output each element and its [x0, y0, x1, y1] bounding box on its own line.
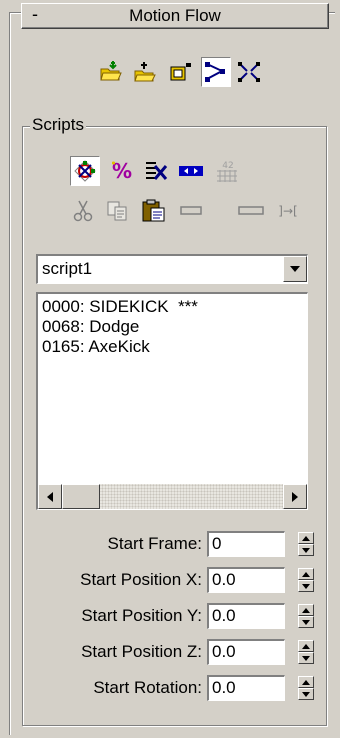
show-graph-button[interactable] — [201, 57, 231, 87]
shared-motion-icon — [238, 62, 260, 82]
set-start-frame-button[interactable]: 42 — [212, 156, 242, 186]
motion-flow-rollout-header[interactable]: - Motion Flow — [21, 3, 329, 29]
rollout-title: Motion Flow — [129, 6, 221, 25]
delete-script-icon — [146, 162, 168, 180]
cut-icon — [73, 200, 93, 222]
load-file-button[interactable] — [96, 57, 126, 87]
random-script-button[interactable]: % — [107, 156, 137, 186]
horizontal-scrollbar[interactable] — [38, 484, 307, 509]
start-position-x-spinner[interactable] — [298, 568, 314, 592]
spinner-down — [298, 616, 314, 628]
cut-button[interactable] — [68, 196, 98, 226]
flow-graph-button[interactable] — [166, 57, 196, 87]
delete-script-button[interactable] — [141, 156, 171, 186]
start-rotation-label: Start Rotation: — [93, 678, 202, 697]
clip-bar-wide-icon — [238, 206, 264, 215]
spinner-down — [298, 652, 314, 664]
shared-motion-button[interactable] — [234, 57, 264, 87]
set-start-frame-icon: 42 — [217, 161, 237, 182]
copy-button[interactable] — [103, 196, 133, 226]
spinner-down-icon — [302, 655, 310, 661]
spinner-up-icon — [302, 679, 310, 685]
clip-bar-icon — [180, 206, 202, 215]
start-frame-label: Start Frame: — [107, 534, 202, 553]
clip-transition-button[interactable]: ]→[ — [268, 196, 308, 226]
scroll-right-button[interactable] — [283, 484, 307, 509]
chevron-down-icon — [290, 266, 300, 272]
start-position-x-field[interactable]: 0.0 — [207, 567, 285, 593]
define-script-button[interactable] — [70, 156, 100, 186]
start-position-x-label: Start Position X: — [80, 570, 202, 589]
start-position-y-spinner[interactable] — [298, 604, 314, 628]
spinner-up — [298, 604, 314, 616]
define-script-icon — [74, 160, 96, 182]
scripts-group-label: Scripts — [30, 115, 86, 135]
list-item[interactable]: 0000: SIDEKICK *** — [42, 297, 307, 317]
spinner-up-icon — [302, 607, 310, 613]
list-item[interactable]: 0165: AxeKick — [42, 337, 307, 357]
frame-number-label: 42 — [222, 161, 233, 171]
paste-icon — [142, 199, 165, 222]
spinner-up — [298, 568, 314, 580]
motion-flow-toolbar — [0, 57, 340, 87]
start-position-z-field[interactable]: 0.0 — [207, 639, 285, 665]
clip-transition-icon: ]→[ — [278, 204, 298, 218]
arrow-left-icon — [47, 491, 53, 502]
scrollbar-thumb[interactable] — [62, 484, 100, 509]
start-rotation-row: Start Rotation: 0.0 — [30, 673, 320, 703]
load-file-icon — [100, 61, 122, 81]
scripts-toolbar-row1: % 42 — [0, 156, 340, 186]
random-script-icon: % — [112, 159, 132, 183]
start-position-z-spinner[interactable] — [298, 640, 314, 664]
list-item[interactable]: 0068: Dodge — [42, 317, 307, 337]
start-rotation-field[interactable]: 0.0 — [207, 675, 285, 701]
flow-graph-icon — [170, 63, 191, 81]
spinner-up-icon — [302, 535, 310, 541]
paste-button[interactable] — [139, 196, 169, 226]
start-frame-row: Start Frame: 0 — [30, 529, 320, 559]
script-select-arrow[interactable] — [283, 256, 307, 282]
start-position-y-row: Start Position Y: 0.0 — [30, 601, 320, 631]
spinner-down-icon — [302, 583, 310, 589]
script-clip-list[interactable]: 0000: SIDEKICK *** 0068: Dodge 0165: Axe… — [36, 292, 308, 510]
save-file-button[interactable] — [130, 57, 160, 87]
save-file-icon — [134, 62, 156, 82]
scroll-left-button[interactable] — [38, 484, 62, 509]
insert-clip-icon — [179, 166, 203, 176]
start-position-y-label: Start Position Y: — [81, 606, 202, 625]
spinner-down — [298, 544, 314, 556]
spinner-up — [298, 640, 314, 652]
start-position-x-row: Start Position X: 0.0 — [30, 565, 320, 595]
spinner-down-icon — [302, 547, 310, 553]
spinner-up — [298, 676, 314, 688]
show-graph-icon — [205, 62, 225, 82]
spinner-up-icon — [302, 571, 310, 577]
spinner-down-icon — [302, 619, 310, 625]
spinner-down — [298, 688, 314, 700]
start-frame-field[interactable]: 0 — [207, 531, 285, 557]
insert-clip-button[interactable] — [176, 156, 206, 186]
script-select[interactable]: script1 — [36, 254, 308, 284]
spinner-down-icon — [302, 691, 310, 697]
start-frame-spinner[interactable] — [298, 532, 314, 556]
script-select-value: script1 — [42, 259, 93, 278]
spinner-down — [298, 580, 314, 592]
start-position-z-row: Start Position Z: 0.0 — [30, 637, 320, 667]
start-position-z-label: Start Position Z: — [81, 642, 202, 661]
start-rotation-spinner[interactable] — [298, 676, 314, 700]
clip-bar-wide-button[interactable] — [236, 196, 266, 226]
spinner-up-icon — [302, 643, 310, 649]
spinner-up — [298, 532, 314, 544]
arrow-right-icon — [292, 491, 298, 502]
start-position-y-field[interactable]: 0.0 — [207, 603, 285, 629]
copy-icon — [107, 201, 127, 221]
scripts-toolbar-row2: ]→[ — [0, 196, 340, 226]
clip-bar-button[interactable] — [176, 196, 206, 226]
